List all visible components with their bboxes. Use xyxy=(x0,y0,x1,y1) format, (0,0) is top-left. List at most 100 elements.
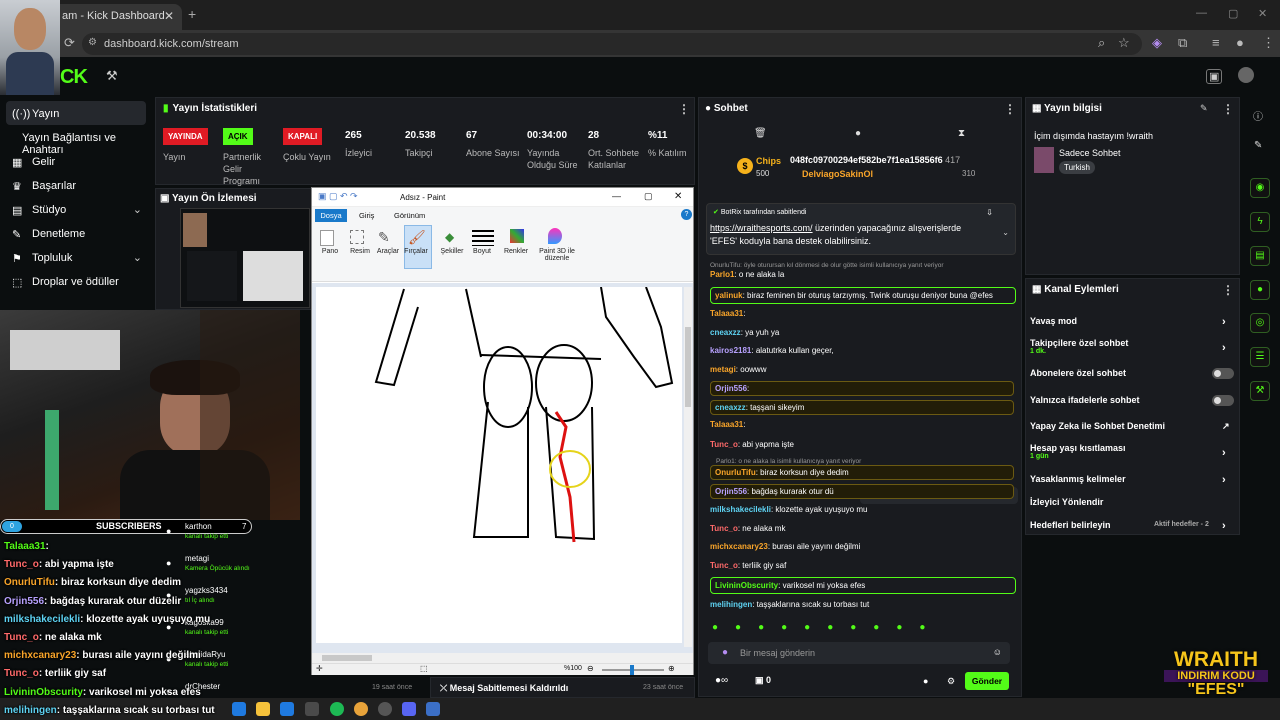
paint-quick-access-icons[interactable]: ▣ ▢ ↶ ↷ xyxy=(318,191,358,202)
taskbar-discord-icon[interactable] xyxy=(402,702,416,716)
taskbar-paint-icon[interactable] xyxy=(426,702,440,716)
size-icon[interactable] xyxy=(472,230,494,246)
zoom-out-icon[interactable]: ⊖ xyxy=(587,664,594,673)
zoom-slider[interactable] xyxy=(602,665,664,675)
zoom-icon[interactable]: ⌕ xyxy=(1098,35,1105,51)
preview-thumbnail[interactable] xyxy=(180,208,310,308)
chat-username[interactable]: melihingen xyxy=(710,600,752,609)
chat-username[interactable]: OnurluTifu xyxy=(715,468,756,477)
chat-username[interactable]: metagi xyxy=(710,365,736,374)
channel-action-0[interactable]: Yavaş mod › xyxy=(1030,316,1235,328)
chat-input[interactable]: ● Bir mesaj gönderin ☺ xyxy=(708,642,1010,664)
nav-item-3[interactable]: ♛ Başarılar xyxy=(0,175,150,199)
chat-message[interactable]: Talaaa31: xyxy=(710,309,1014,318)
document-icon[interactable]: ▤ xyxy=(1250,246,1270,266)
hourglass-icon[interactable]: ⧗ xyxy=(958,128,965,139)
channel-action-5[interactable]: Hesap yaşı kısıtlaması 1 gün › xyxy=(1030,443,1235,460)
chat-message[interactable]: Tunc_o: terliik giy saf xyxy=(710,561,1014,570)
chat-message[interactable]: melihingen: taşşaklarına sıcak su torbas… xyxy=(710,600,1014,609)
chevron-right-icon[interactable]: › xyxy=(1222,316,1226,328)
paint-minimize-icon[interactable]: — xyxy=(612,191,621,201)
nav-item-5[interactable]: ✎ Denetleme xyxy=(0,223,150,247)
chat-message[interactable]: Talaaa31: xyxy=(710,420,1014,429)
paint-tool-label[interactable]: Resim xyxy=(346,248,374,255)
chat-bubble-2-icon[interactable]: ● xyxy=(923,676,928,686)
chat-message[interactable]: Tunc_o: ne alaka mk xyxy=(710,524,1014,533)
external-link-icon[interactable]: ↗ xyxy=(1222,421,1230,432)
chat-widget-icon[interactable]: ● xyxy=(1250,280,1270,300)
paint-vscroll[interactable] xyxy=(684,287,692,647)
chevron-right-icon[interactable]: › xyxy=(1222,520,1226,532)
nav-item-1[interactable]: Yayın Bağlantısı ve Anahtarı xyxy=(0,127,150,156)
edit-pencil-icon[interactable]: ✎ xyxy=(1200,103,1208,114)
kick-logo[interactable]: CK xyxy=(60,66,88,89)
nav-item-7[interactable]: ⬚ Droplar ve ödüller xyxy=(0,271,150,295)
lightning-icon[interactable]: ϟ xyxy=(1250,212,1270,232)
chat-username[interactable]: kairos2181 xyxy=(710,346,751,355)
paint-close-icon[interactable]: ✕ xyxy=(674,191,682,202)
info-menu-icon[interactable]: ⋮ xyxy=(1222,102,1234,116)
chat-message[interactable]: cneaxzz: ya yuh ya xyxy=(710,328,1014,337)
activity-item[interactable]: ● metagi Kamera Öpücük alındı xyxy=(160,552,310,582)
nav-item-2[interactable]: ▦ Gelir xyxy=(0,151,150,175)
list-icon[interactable]: ☰ xyxy=(1250,347,1270,367)
wrench-icon[interactable]: ⚒ xyxy=(1250,381,1270,401)
chevron-down-icon[interactable]: ⌄ xyxy=(133,251,142,264)
chat-message[interactable]: cneaxzz: taşşani sikeyim xyxy=(710,400,1014,415)
chat-username[interactable]: Orjin556 xyxy=(715,487,747,496)
trash-icon[interactable]: 🗑 xyxy=(754,128,767,139)
browser-tab[interactable]: am - Kick Dashboard ✕ xyxy=(52,4,182,30)
maximize-icon[interactable]: ▢ xyxy=(1228,7,1238,20)
chat-message[interactable]: kairos2181: alatutrka kullan geçer, xyxy=(710,346,1014,355)
nav-item-6[interactable]: ⚑ Topluluk ⌄ xyxy=(0,247,150,271)
chevron-right-icon[interactable]: › xyxy=(1222,474,1226,486)
chat-message[interactable]: michxcanary23: burası aile yayını değilm… xyxy=(710,542,1014,551)
chat-message[interactable]: metagi: oowww xyxy=(710,365,1014,374)
bookmark-star-icon[interactable]: ☆ xyxy=(1118,35,1130,51)
collapse-chevron-icon[interactable]: ⌄ xyxy=(1002,228,1009,237)
chevron-right-icon[interactable]: › xyxy=(1222,447,1226,459)
paint-canvas[interactable] xyxy=(316,286,682,643)
tool-icon[interactable]: ⚒ xyxy=(106,68,118,84)
chat-menu-icon[interactable]: ⋮ xyxy=(1004,102,1016,116)
channel-action-3[interactable]: Yalnızca ifadelerle sohbet xyxy=(1030,395,1235,406)
broadcast-icon[interactable]: ◎ xyxy=(1250,313,1270,333)
send-button[interactable]: Gönder xyxy=(965,672,1009,690)
actions-menu-icon[interactable]: ⋮ xyxy=(1222,283,1234,297)
chat-username[interactable]: Orjin556 xyxy=(715,384,747,393)
brush-icon[interactable]: 🖌 xyxy=(408,229,426,246)
toggle-switch[interactable] xyxy=(1212,395,1234,406)
chat-message[interactable]: OnurluTifu: biraz korksun diye dedim xyxy=(710,465,1014,480)
minimize-icon[interactable]: — xyxy=(1196,7,1207,19)
channel-action-2[interactable]: Abonelere özel sohbet xyxy=(1030,368,1235,379)
taskbar-chrome-icon[interactable] xyxy=(354,702,368,716)
paint3d-icon[interactable] xyxy=(548,228,562,244)
channel-action-4[interactable]: Yapay Zeka ile Sohbet Denetimi ↗ xyxy=(1030,421,1235,431)
channel-action-8[interactable]: Hedefleri belirleyin Aktif hedefler - 2 › xyxy=(1030,520,1235,532)
chat-username[interactable]: Tunc_o xyxy=(710,524,738,533)
paint-tool-label[interactable]: Şekiller xyxy=(438,248,466,255)
chat-username[interactable]: Tunc_o xyxy=(710,440,738,449)
paint-hscroll[interactable] xyxy=(312,653,693,663)
profile-icon[interactable]: ● xyxy=(1236,35,1244,50)
chat-username[interactable]: Tunc_o xyxy=(710,561,738,570)
chat-message[interactable]: Orjin556: bağdaş kurarak otur dü xyxy=(710,484,1014,499)
chat-message[interactable]: LivininObscurity: varikosel mi yoksa efe… xyxy=(710,577,1016,594)
paint-tool-label[interactable]: Fırçalar xyxy=(402,248,430,255)
pencil-icon[interactable]: ✎ xyxy=(1254,140,1262,151)
url-field[interactable]: ⚙ dashboard.kick.com/stream xyxy=(82,33,1142,55)
paint-tab-view[interactable]: Görünüm xyxy=(394,211,425,220)
shapes-icon[interactable]: ◆ xyxy=(445,230,454,244)
chat-message[interactable]: yalinuk: biraz feminen bir oturuş tarzıy… xyxy=(710,287,1016,304)
chat-username[interactable]: Talaaa31 xyxy=(710,420,743,429)
tools-icon[interactable]: ✎ xyxy=(378,229,390,246)
mic-icon[interactable]: ● xyxy=(722,647,728,658)
activity-item[interactable]: ● yagzks3434 tıl İç alındı xyxy=(160,584,310,614)
video-icon[interactable]: ▣ xyxy=(1206,69,1223,84)
zoom-in-icon[interactable]: ⊕ xyxy=(668,664,675,673)
emoji-icon[interactable]: ☺ xyxy=(993,647,1002,657)
camera-widget-icon[interactable]: ◉ xyxy=(1250,178,1270,198)
paint-help-icon[interactable]: ? xyxy=(681,209,692,220)
chat-message[interactable]: milkshakecilekli: klozette ayak uyuşuyo … xyxy=(710,505,1014,514)
activity-item[interactable]: ● karthon kanalı takip etti 7 xyxy=(160,520,310,550)
